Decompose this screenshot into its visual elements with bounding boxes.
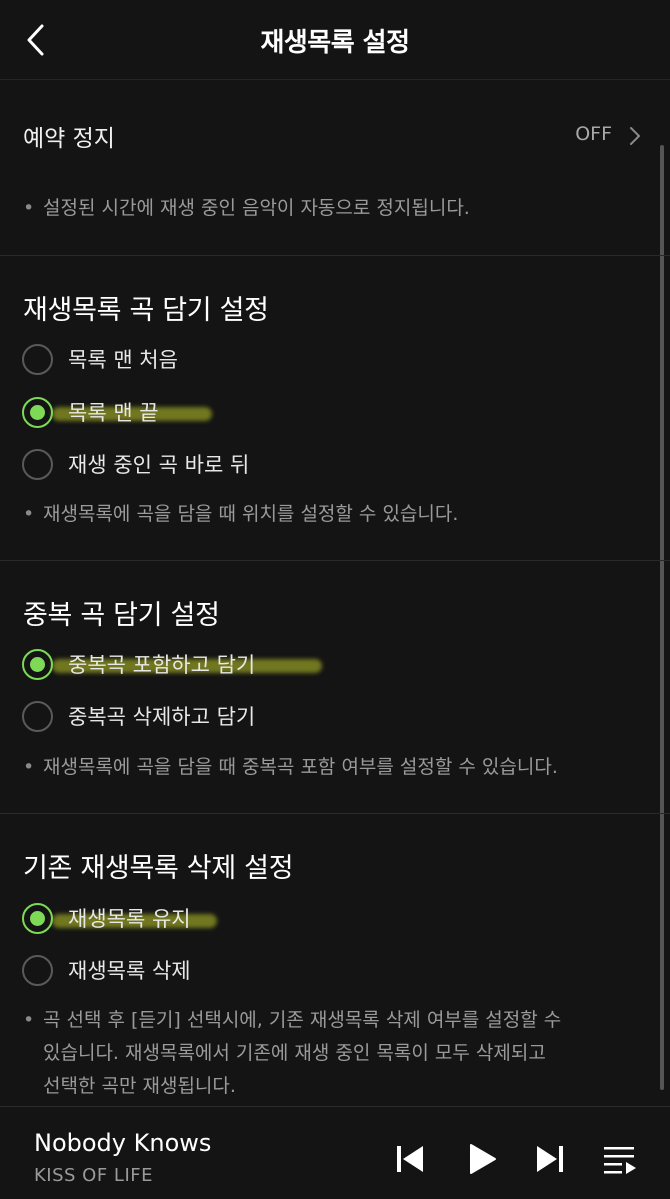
option-keep-playlist[interactable]: 재생목록 유지 [22, 901, 622, 937]
add-position-note: • 재생목록에 곡을 담을 때 위치를 설정할 수 있습니다. [23, 498, 643, 531]
option-label: 목록 맨 처음 [68, 348, 178, 372]
reserve-stop-value: OFF [575, 123, 612, 145]
delete-existing-note: • 곡 선택 후 [듣기] 선택시에, 기존 재생목록 삭제 여부를 설정할 수… [23, 1004, 653, 1103]
option-label: 재생목록 유지 [68, 907, 191, 931]
option-delete-playlist[interactable]: 재생목록 삭제 [22, 953, 622, 989]
next-button[interactable] [534, 1143, 566, 1175]
mini-player[interactable]: Nobody Knows KISS OF LIFE [0, 1106, 670, 1199]
option-label: 재생 중인 곡 바로 뒤 [68, 453, 250, 477]
bullet: • [23, 1009, 35, 1031]
previous-icon [397, 1146, 423, 1172]
playlist-button[interactable] [602, 1143, 638, 1175]
note-line: 곡 선택 후 [듣기] 선택시에, 기존 재생목록 삭제 여부를 설정할 수 [43, 1009, 562, 1031]
section-title-delete-existing: 기존 재생목록 삭제 설정 [23, 853, 294, 884]
divider [0, 255, 670, 256]
option-label: 목록 맨 끝 [68, 401, 159, 425]
page-title: 재생목록 설정 [260, 28, 410, 58]
divider [0, 560, 670, 561]
option-label: 중복곡 포함하고 담기 [68, 653, 256, 677]
radio-button[interactable] [22, 955, 53, 986]
play-icon [470, 1144, 496, 1174]
radio-button[interactable] [22, 701, 53, 732]
note-line: 선택한 곡만 재생됩니다. [43, 1075, 236, 1097]
option-list-end[interactable]: 목록 맨 끝 [22, 395, 622, 431]
play-button[interactable] [466, 1143, 498, 1175]
playlist-settings-screen: 재생목록 설정 예약 정지 OFF • 설정된 시간에 재생 중인 음악이 자동… [0, 0, 670, 1199]
option-label: 중복곡 삭제하고 담기 [68, 705, 256, 729]
track-artist[interactable]: KISS OF LIFE [34, 1165, 153, 1186]
duplicate-note: • 재생목록에 곡을 담을 때 중복곡 포함 여부를 설정할 수 있습니다. [23, 751, 663, 784]
header: 재생목록 설정 [0, 0, 670, 80]
option-remove-duplicates[interactable]: 중복곡 삭제하고 담기 [22, 699, 622, 735]
divider [0, 813, 670, 814]
reserve-stop-row[interactable]: 예약 정지 OFF [0, 105, 670, 167]
option-after-current[interactable]: 재생 중인 곡 바로 뒤 [22, 447, 622, 483]
bullet: • [23, 503, 35, 525]
radio-button[interactable] [22, 344, 53, 375]
option-list-start[interactable]: 목록 맨 처음 [22, 342, 622, 378]
scrollbar[interactable] [660, 145, 664, 1090]
reserve-stop-label: 예약 정지 [23, 126, 115, 152]
option-include-duplicates[interactable]: 중복곡 포함하고 담기 [22, 647, 622, 683]
note-line: 있습니다. 재생목록에서 기존에 재생 중인 목록이 모두 삭제되고 [43, 1042, 546, 1064]
radio-button-selected[interactable] [22, 903, 53, 934]
playlist-icon [604, 1147, 636, 1174]
option-label: 재생목록 삭제 [68, 959, 191, 983]
reserve-stop-note: • 설정된 시간에 재생 중인 음악이 자동으로 정지됩니다. [23, 192, 643, 225]
bullet: • [23, 197, 35, 219]
bullet: • [23, 756, 35, 778]
previous-button[interactable] [394, 1143, 426, 1175]
track-title[interactable]: Nobody Knows [34, 1129, 211, 1157]
radio-button[interactable] [22, 449, 53, 480]
next-icon [537, 1146, 563, 1172]
chevron-right-icon [630, 127, 640, 145]
radio-button-selected[interactable] [22, 397, 53, 428]
section-title-duplicate: 중복 곡 담기 설정 [23, 600, 220, 631]
section-title-add-position: 재생목록 곡 담기 설정 [23, 295, 269, 326]
radio-button-selected[interactable] [22, 649, 53, 680]
